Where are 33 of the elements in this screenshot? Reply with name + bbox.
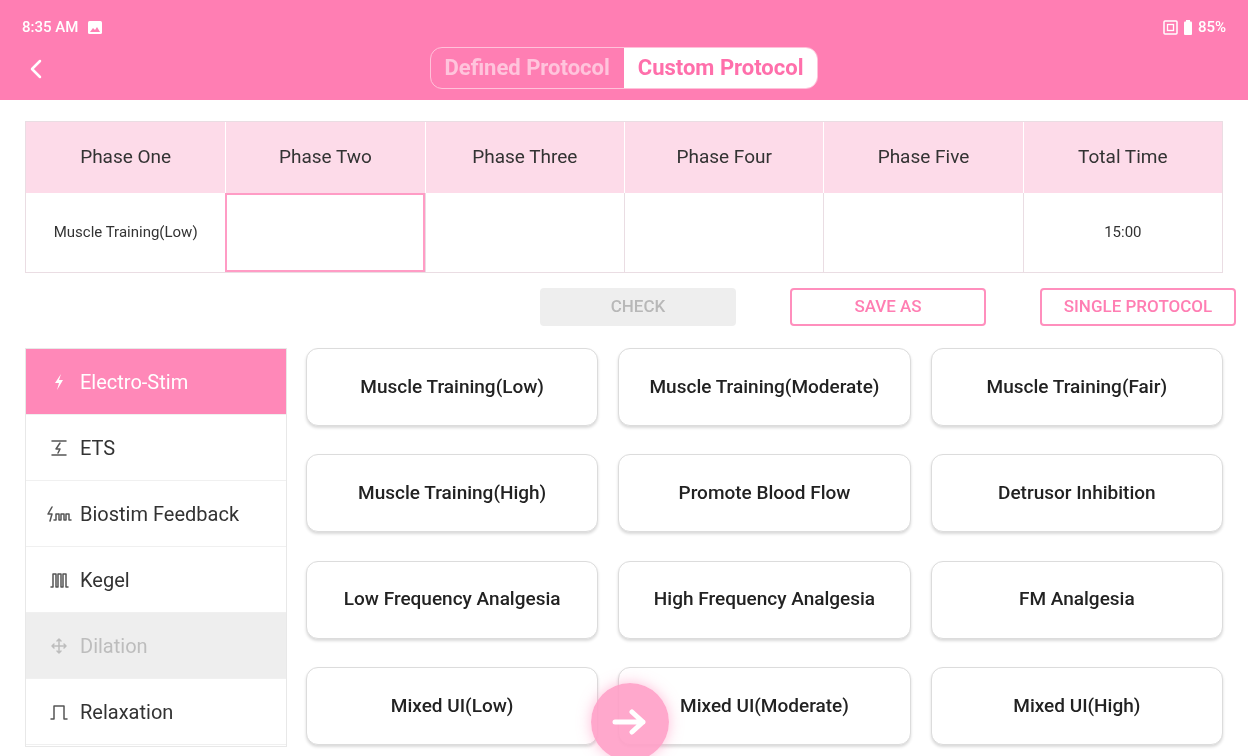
status-time: 8:35 AM bbox=[22, 16, 79, 38]
lightning-bars-icon bbox=[49, 438, 69, 457]
pulse-wave-icon bbox=[49, 570, 69, 589]
program-card[interactable]: Low Frequency Analgesia bbox=[306, 560, 599, 639]
program-card[interactable]: Muscle Training(Fair) bbox=[930, 348, 1223, 426]
phase-cell[interactable]: 15:00 bbox=[1022, 193, 1222, 272]
square-wave-icon bbox=[49, 702, 69, 721]
program-card[interactable]: Promote Blood Flow bbox=[618, 454, 911, 533]
program-card[interactable]: Muscle Training(Low) bbox=[306, 348, 599, 426]
program-card[interactable]: FM Analgesia bbox=[930, 560, 1223, 639]
phase-cell[interactable] bbox=[225, 193, 425, 272]
next-button-overlay[interactable] bbox=[591, 683, 669, 756]
column-header: Phase Four bbox=[624, 122, 824, 193]
program-card[interactable]: Mixed UI(High) bbox=[930, 666, 1223, 745]
program-card[interactable]: Muscle Training(Moderate) bbox=[618, 348, 911, 426]
nfc-icon bbox=[1162, 19, 1178, 35]
column-header: Phase Five bbox=[823, 122, 1023, 193]
program-card[interactable]: Muscle Training(High) bbox=[306, 454, 599, 533]
column-header: Phase One bbox=[79, 144, 173, 171]
arrows-out-icon bbox=[49, 636, 69, 655]
battery-percent: 85% bbox=[1197, 16, 1226, 38]
image-icon bbox=[88, 20, 103, 34]
column-header: Phase Two bbox=[225, 122, 425, 193]
program-card[interactable]: Detrusor Inhibition bbox=[930, 454, 1223, 533]
program-card[interactable]: Mixed UI(Low) bbox=[306, 666, 599, 745]
arrow-right-icon bbox=[612, 709, 648, 735]
lightning-pulse-icon bbox=[46, 504, 72, 523]
battery-icon bbox=[1183, 19, 1192, 35]
column-header: Phase Three bbox=[424, 122, 624, 193]
back-chevron-icon bbox=[30, 59, 42, 79]
column-header: Total Time bbox=[1022, 122, 1222, 193]
phase-cell[interactable]: Muscle Training(Low) bbox=[26, 193, 226, 272]
program-card[interactable]: High Frequency Analgesia bbox=[618, 560, 911, 639]
